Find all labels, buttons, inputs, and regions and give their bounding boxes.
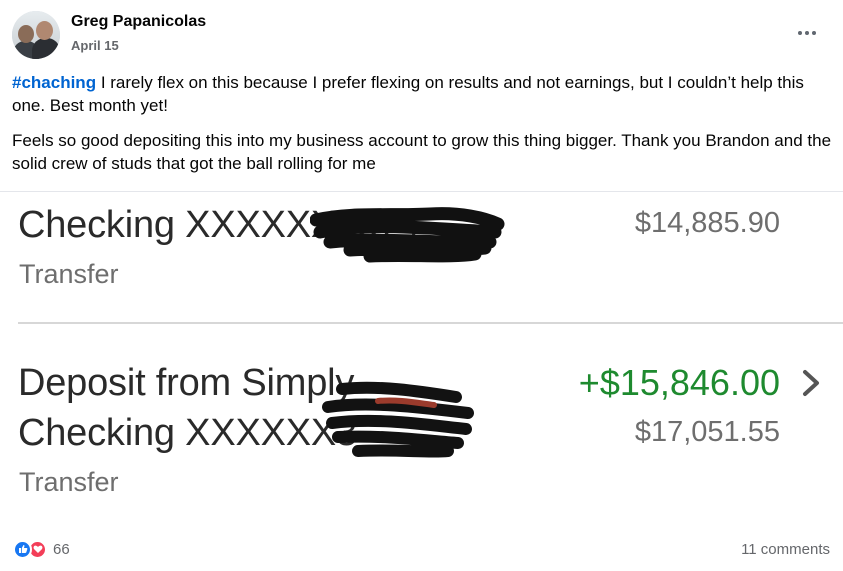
scribble-redaction-1 [310, 207, 505, 263]
transaction-1-balance: $14,885.90 [634, 207, 780, 239]
post-header: Greg Papanicolas April 15 [0, 0, 843, 66]
transaction-2-balance: $17,051.55 [634, 416, 780, 448]
transaction-2-amount: +$15,846.00 [578, 362, 780, 403]
post-text-paragraph-1: #chaching I rarely flex on this because … [12, 71, 832, 117]
post-date[interactable]: April 15 [71, 38, 119, 53]
transaction-2-title-line1: Deposit from Simply [18, 362, 355, 404]
reaction-count: 66 [53, 540, 70, 558]
chevron-right-icon[interactable] [800, 368, 822, 398]
hashtag-link[interactable]: #chaching [12, 73, 96, 92]
reactions-summary[interactable]: 66 [13, 539, 70, 559]
transaction-1-type: Transfer [19, 259, 119, 289]
post-text-line: I rarely flex on this because I prefer f… [12, 73, 804, 115]
transaction-2-type: Transfer [19, 467, 119, 497]
transaction-divider [18, 322, 843, 324]
post-footer: 66 11 comments [0, 523, 843, 571]
comments-count-link[interactable]: 11 comments [741, 541, 830, 558]
more-options-icon[interactable] [792, 18, 822, 48]
like-reaction-icon [13, 539, 32, 559]
post-text-paragraph-2: Feels so good depositing this into my bu… [12, 131, 832, 173]
avatar[interactable] [12, 11, 60, 59]
author-name[interactable]: Greg Papanicolas [71, 13, 206, 31]
post-photo[interactable]: Checking XXXXXX3374 Transfer $14,885.90 … [0, 191, 843, 523]
scribble-redaction-2 [322, 381, 474, 458]
transaction-2-title-line2: Checking XXXXXX3 [18, 412, 357, 454]
